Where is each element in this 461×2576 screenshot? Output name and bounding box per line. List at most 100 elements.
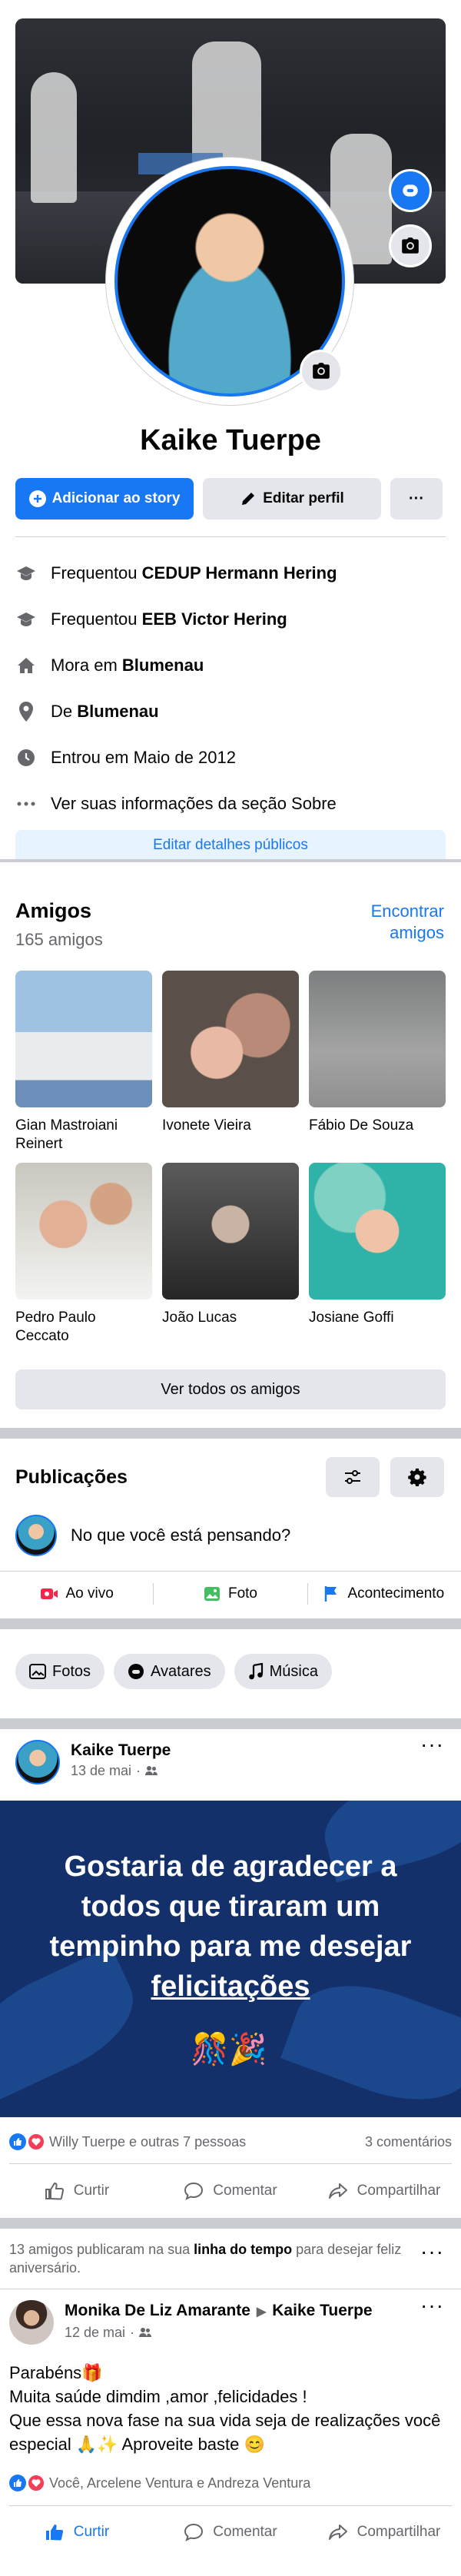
timeline-link[interactable]: linha do tempo [194, 2242, 292, 2257]
friends-title: Amigos [15, 899, 92, 922]
friend-name: Ivonete Vieira [162, 1117, 251, 1134]
friends-audience-icon [145, 1766, 158, 1775]
post-action-bar: Curtir Comentar Compartilhar [0, 2169, 461, 2213]
music-chip[interactable]: Música [234, 1654, 332, 1689]
edit-public-details-button[interactable]: Editar detalhes públicos [15, 830, 446, 861]
life-event-button[interactable]: Acontecimento [308, 1585, 461, 1602]
comment-button[interactable]: Comentar [154, 2510, 307, 2554]
about-text: Entrou em Maio de 2012 [51, 748, 236, 767]
friend-name: Gian Mastroiani Reinert [15, 1117, 118, 1152]
divider [15, 536, 446, 537]
post-text-line: Muita saúde dimdim ,amor ,felicidades ! [9, 2387, 307, 2406]
composer-quick-actions: Ao vivo Foto Acontecimento [0, 1575, 461, 1612]
post-reactions[interactable]: Você, Arcelene Ventura e Andreza Ventura [9, 2475, 452, 2491]
find-friends-link[interactable]: Encontrar amigos [337, 901, 444, 944]
about-list: Frequentou CEDUP Hermann Hering Frequent… [15, 550, 446, 827]
post-reactions[interactable]: Willy Tuerpe e outras 7 pessoas 3 coment… [9, 2133, 452, 2150]
post-options-icon[interactable]: ··· [420, 2293, 444, 2318]
story-icon [403, 184, 418, 197]
about-item-school-1: Frequentou CEDUP Hermann Hering [15, 550, 446, 596]
friend-card[interactable]: Fábio De Souza [309, 971, 446, 1163]
section-separator [0, 1718, 461, 1729]
post-target[interactable]: Kaike Tuerpe [272, 2302, 372, 2319]
like-button[interactable]: Curtir [0, 2169, 154, 2213]
photos-icon [29, 1664, 46, 1679]
clock-icon [15, 747, 37, 768]
photo-button[interactable]: Foto [154, 1585, 307, 1602]
see-all-friends-button[interactable]: Ver todos os amigos [15, 1369, 446, 1409]
divider [9, 2505, 452, 2506]
avatar-icon [128, 1664, 144, 1679]
post-date[interactable]: 13 de mai [71, 1761, 131, 1780]
profile-page: Kaike Tuerpe Adicionar ao story Editar p… [0, 0, 461, 2576]
photo-label: Foto [227, 1585, 257, 1602]
photos-chip[interactable]: Fotos [15, 1654, 105, 1689]
settings-button[interactable] [390, 1457, 444, 1497]
add-story-label: Adicionar ao story [51, 490, 181, 506]
like-button[interactable]: Curtir [0, 2510, 154, 2554]
like-reaction-icon [9, 2475, 26, 2491]
share-label: Compartilhar [357, 2183, 441, 2199]
friend-card[interactable]: João Lucas [162, 1163, 299, 1355]
pencil-icon [242, 493, 255, 505]
post-author-block: Monika De Liz Amarante ▶ Kaike Tuerpe 12 d… [65, 2300, 373, 2345]
post-author[interactable]: Kaike Tuerpe [71, 1740, 171, 1761]
post-author[interactable]: Monika De Liz Amarante [65, 2302, 250, 2319]
post-options-icon[interactable]: ··· [420, 1732, 444, 1757]
cover-figure [31, 72, 77, 203]
story-button[interactable] [389, 169, 432, 212]
arrow-right-icon: ▶ [256, 2305, 267, 2319]
friend-card[interactable]: Josiane Goffi [309, 1163, 446, 1355]
ellipsis-icon [15, 793, 37, 815]
friend-card[interactable]: Gian Mastroiani Reinert [15, 971, 152, 1163]
banner-underlined: felicitações [151, 1970, 310, 2003]
reactions-text: Você, Arcelene Ventura e Andreza Ventura [49, 2475, 311, 2491]
camera-icon [313, 363, 330, 379]
friend-name: Josiane Goffi [309, 1310, 394, 1326]
share-button[interactable]: Compartilhar [307, 2510, 461, 2554]
friend-card[interactable]: Ivonete Vieira [162, 971, 299, 1163]
graduation-cap-icon [15, 563, 37, 584]
comment-button[interactable]: Comentar [154, 2169, 307, 2213]
post-author-line: Monika De Liz Amarante ▶ Kaike Tuerpe [65, 2300, 373, 2323]
life-event-label: Acontecimento [347, 1585, 445, 1602]
content-chips: Fotos Avatares Música [15, 1654, 332, 1689]
post-banner-image[interactable]: Gostaria de agradecer a todos que tirara… [0, 1801, 461, 2117]
post-action-bar: Curtir Comentar Compartilhar [0, 2510, 461, 2554]
divider [9, 2163, 452, 2164]
notice-options-icon[interactable]: ··· [420, 2239, 444, 2264]
edit-profile-button[interactable]: Editar perfil [203, 478, 381, 520]
like-label: Curtir [73, 2524, 110, 2540]
friends-audience-icon [139, 2328, 152, 2337]
edit-profile-picture-camera-button[interactable] [300, 350, 343, 393]
add-story-button[interactable]: Adicionar ao story [15, 478, 194, 520]
filter-button[interactable] [326, 1457, 380, 1497]
post-author-avatar[interactable] [15, 1740, 60, 1784]
post-meta: 12 de mai · [65, 2323, 373, 2342]
flag-icon [325, 1586, 337, 1602]
share-button[interactable]: Compartilhar [307, 2169, 461, 2213]
gear-icon [408, 1468, 426, 1486]
camera-icon [402, 237, 419, 254]
avatars-chip[interactable]: Avatares [114, 1654, 225, 1689]
posts-title: Publicações [15, 1466, 128, 1488]
meta-dot: · [136, 1763, 141, 1778]
about-item-lives-in: Mora em Blumenau [15, 642, 446, 689]
location-pin-icon [15, 701, 37, 722]
friend-card[interactable]: Pedro Paulo Ceccato [15, 1163, 152, 1355]
section-separator [0, 1618, 461, 1629]
see-about-info-link[interactable]: Ver suas informações da seção Sobre [15, 781, 446, 827]
edit-cover-camera-button[interactable] [389, 224, 432, 267]
post-date[interactable]: 12 de mai [65, 2323, 125, 2342]
composer-avatar [15, 1515, 57, 1556]
post-author-avatar[interactable] [9, 2300, 54, 2345]
thumbs-up-icon [45, 2182, 64, 2200]
more-options-button[interactable]: ··· [390, 478, 443, 520]
post-composer[interactable]: No que você está pensando? [15, 1512, 446, 1559]
home-icon [15, 655, 37, 676]
section-separator [0, 2218, 461, 2229]
live-button[interactable]: Ao vivo [0, 1585, 153, 1602]
comment-label: Comentar [213, 2183, 277, 2199]
comments-count[interactable]: 3 comentários [365, 2134, 452, 2150]
friend-photo [309, 1163, 446, 1300]
